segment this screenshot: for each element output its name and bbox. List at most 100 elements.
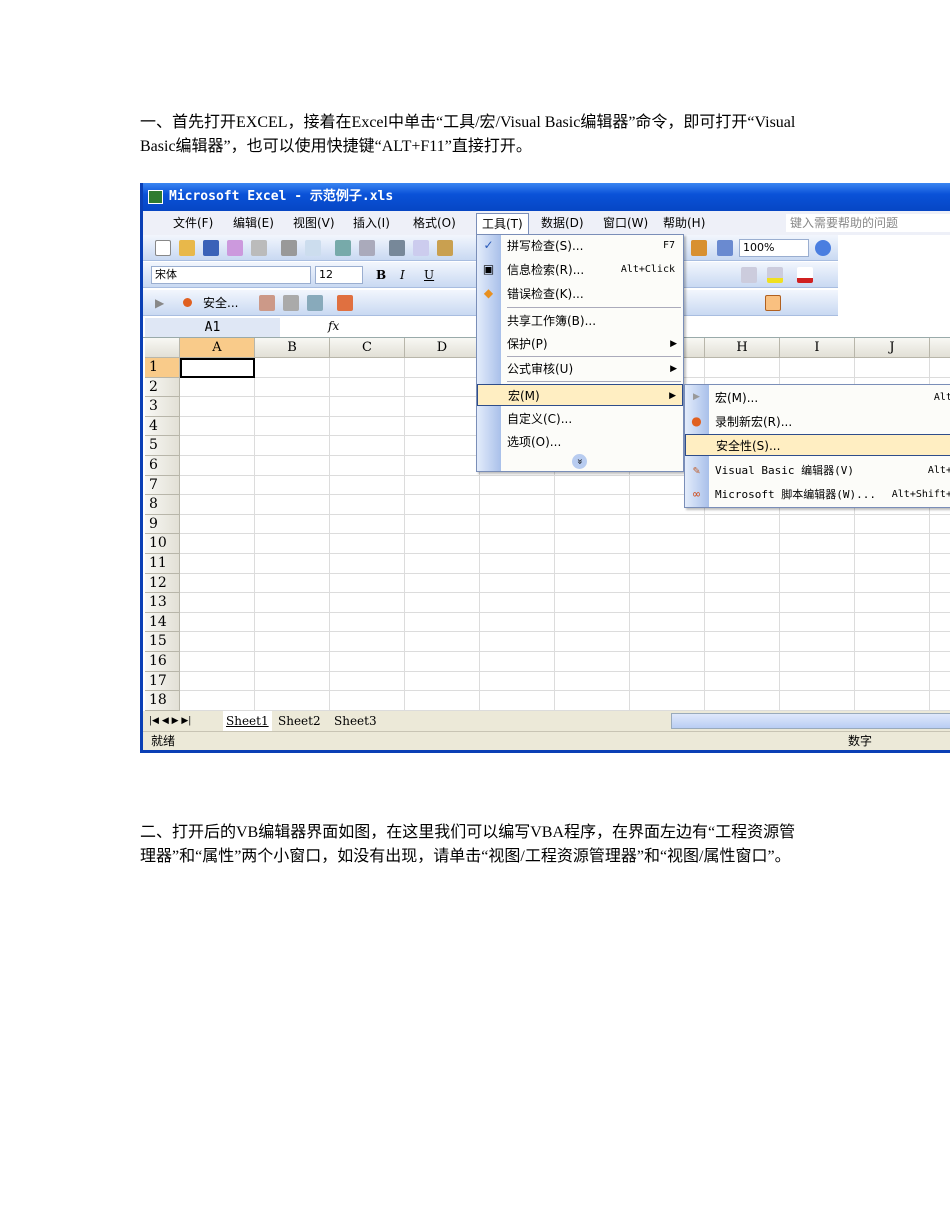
status-bar: 就绪 数字 bbox=[143, 731, 950, 750]
select-all-corner[interactable] bbox=[145, 338, 180, 358]
row-header[interactable]: 8 bbox=[145, 495, 180, 515]
menu-item-formula-auditing[interactable]: 公式审核(U) ▶ bbox=[477, 358, 683, 380]
save-icon[interactable] bbox=[203, 240, 219, 256]
grid-toggle-icon[interactable] bbox=[765, 295, 781, 311]
column-header[interactable]: B bbox=[255, 338, 330, 358]
paste-icon[interactable] bbox=[437, 240, 453, 256]
column-header[interactable]: A bbox=[180, 338, 255, 358]
menu-tools[interactable]: 工具(T) bbox=[476, 213, 529, 235]
submenu-item-vb-editor[interactable]: ✎ Visual Basic 编辑器(V) Alt+F bbox=[685, 460, 950, 482]
gridline bbox=[329, 358, 330, 711]
security-button[interactable]: 安全... bbox=[203, 290, 238, 316]
help-search-input[interactable]: 键入需要帮助的问题 bbox=[786, 214, 950, 232]
row-header[interactable]: 3 bbox=[145, 397, 180, 417]
column-header[interactable] bbox=[930, 338, 950, 358]
menu-item-share-workbook[interactable]: 共享工作簿(B)... bbox=[477, 310, 683, 332]
vb-editor-icon[interactable] bbox=[259, 295, 275, 311]
help-icon[interactable] bbox=[815, 240, 831, 256]
column-header[interactable]: J bbox=[855, 338, 930, 358]
menu-item-spelling[interactable]: ✓ 拼写检查(S)... F7 bbox=[477, 235, 683, 257]
menu-item-error-check[interactable]: ◆ 错误检查(K)... bbox=[477, 283, 683, 305]
research-icon[interactable] bbox=[359, 240, 375, 256]
zoom-select[interactable]: 100% bbox=[739, 239, 809, 257]
underline-button[interactable]: U bbox=[424, 262, 434, 288]
macro-submenu: ▶ 宏(M)... Alt+ ● 录制新宏(R)... 安全性(S)... ✎ Visu… bbox=[684, 384, 950, 508]
submenu-item-macros[interactable]: ▶ 宏(M)... Alt+ bbox=[685, 387, 950, 409]
script-editor-icon: ∞ bbox=[692, 487, 701, 501]
control-toolbox-icon[interactable] bbox=[283, 295, 299, 311]
submenu-item-script-editor[interactable]: ∞ Microsoft 脚本编辑器(W)... Alt+Shift+F bbox=[685, 484, 950, 506]
run-macro-icon[interactable]: ▶ bbox=[155, 290, 164, 316]
fx-icon[interactable]: fx bbox=[328, 319, 339, 333]
row-header[interactable]: 18 bbox=[145, 691, 180, 711]
label: 拼写检查(S)... bbox=[507, 239, 584, 253]
bold-button[interactable]: B bbox=[376, 262, 386, 288]
menu-view[interactable]: 视图(V) bbox=[288, 213, 340, 233]
menu-item-research[interactable]: ▣ 信息检索(R)... Alt+Click bbox=[477, 259, 683, 281]
cut-icon[interactable] bbox=[389, 240, 405, 256]
row-header[interactable]: 15 bbox=[145, 632, 180, 652]
row-header[interactable]: 14 bbox=[145, 612, 180, 633]
menu-data[interactable]: 数据(D) bbox=[536, 213, 589, 233]
print-preview-icon[interactable] bbox=[305, 240, 321, 256]
active-cell[interactable] bbox=[180, 358, 255, 378]
menu-edit[interactable]: 编辑(E) bbox=[228, 213, 279, 233]
row-header[interactable]: 5 bbox=[145, 436, 180, 456]
row-header[interactable]: 7 bbox=[145, 475, 180, 496]
submenu-item-security[interactable]: 安全性(S)... bbox=[685, 434, 950, 456]
column-header[interactable]: I bbox=[780, 338, 855, 358]
row-header[interactable]: 10 bbox=[145, 534, 180, 554]
horizontal-scrollbar[interactable] bbox=[671, 713, 950, 729]
permission-icon[interactable] bbox=[227, 240, 243, 256]
script-editor-icon[interactable] bbox=[337, 295, 353, 311]
chart-icon[interactable] bbox=[691, 240, 707, 256]
new-icon[interactable] bbox=[155, 240, 171, 256]
tab-nav-buttons[interactable]: |◀ ◀ ▶ ▶| bbox=[149, 711, 191, 731]
row-header[interactable]: 6 bbox=[145, 456, 180, 476]
email-icon[interactable] bbox=[251, 240, 267, 256]
font-select[interactable]: 宋体 bbox=[151, 266, 311, 284]
menu-file[interactable]: 文件(F) bbox=[168, 213, 218, 233]
row-header[interactable]: 13 bbox=[145, 593, 180, 613]
menu-window[interactable]: 窗口(W) bbox=[598, 213, 653, 233]
row-header[interactable]: 12 bbox=[145, 573, 180, 594]
row-header[interactable]: 11 bbox=[145, 554, 180, 574]
expand-menu-icon[interactable]: » bbox=[572, 454, 587, 469]
column-header[interactable]: D bbox=[405, 338, 480, 358]
drawing-icon[interactable] bbox=[717, 240, 733, 256]
menu-help[interactable]: 帮助(H) bbox=[658, 213, 710, 233]
error-check-icon: ◆ bbox=[483, 286, 494, 300]
menu-item-macro[interactable]: 宏(M) ▶ bbox=[477, 384, 683, 406]
column-header[interactable]: H bbox=[705, 338, 780, 358]
window-title: Microsoft Excel - 示范例子.xls bbox=[169, 189, 394, 204]
menu-item-customize[interactable]: 自定义(C)... bbox=[477, 408, 683, 430]
menu-format[interactable]: 格式(O) bbox=[408, 213, 461, 233]
design-mode-icon[interactable] bbox=[307, 295, 323, 311]
column-header[interactable]: C bbox=[330, 338, 405, 358]
row-header[interactable]: 1 bbox=[145, 358, 180, 378]
name-box[interactable]: A1 bbox=[145, 318, 280, 337]
open-icon[interactable] bbox=[179, 240, 195, 256]
borders-icon[interactable] bbox=[741, 267, 757, 283]
sheet-tab-2[interactable]: Sheet2 bbox=[278, 711, 321, 731]
submenu-item-record-macro[interactable]: ● 录制新宏(R)... bbox=[685, 411, 950, 433]
copy-icon[interactable] bbox=[413, 240, 429, 256]
row-header[interactable]: 4 bbox=[145, 416, 180, 437]
separator bbox=[507, 356, 681, 357]
print-icon[interactable] bbox=[281, 240, 297, 256]
sheet-tab-1[interactable]: Sheet1 bbox=[223, 711, 272, 731]
menu-item-options[interactable]: 选项(O)... bbox=[477, 431, 683, 453]
record-macro-icon[interactable] bbox=[183, 298, 192, 307]
row-header[interactable]: 17 bbox=[145, 671, 180, 692]
spelling-icon[interactable] bbox=[335, 240, 351, 256]
menu-item-protection[interactable]: 保护(P) ▶ bbox=[477, 333, 683, 355]
font-color-icon[interactable] bbox=[797, 267, 813, 283]
menu-insert[interactable]: 插入(I) bbox=[348, 213, 395, 233]
italic-button[interactable]: I bbox=[400, 262, 405, 288]
row-header[interactable]: 16 bbox=[145, 652, 180, 672]
font-size-select[interactable]: 12 bbox=[315, 266, 363, 284]
sheet-tab-3[interactable]: Sheet3 bbox=[334, 711, 377, 731]
row-header[interactable]: 9 bbox=[145, 514, 180, 535]
fill-color-icon[interactable] bbox=[767, 267, 783, 283]
row-header[interactable]: 2 bbox=[145, 377, 180, 398]
